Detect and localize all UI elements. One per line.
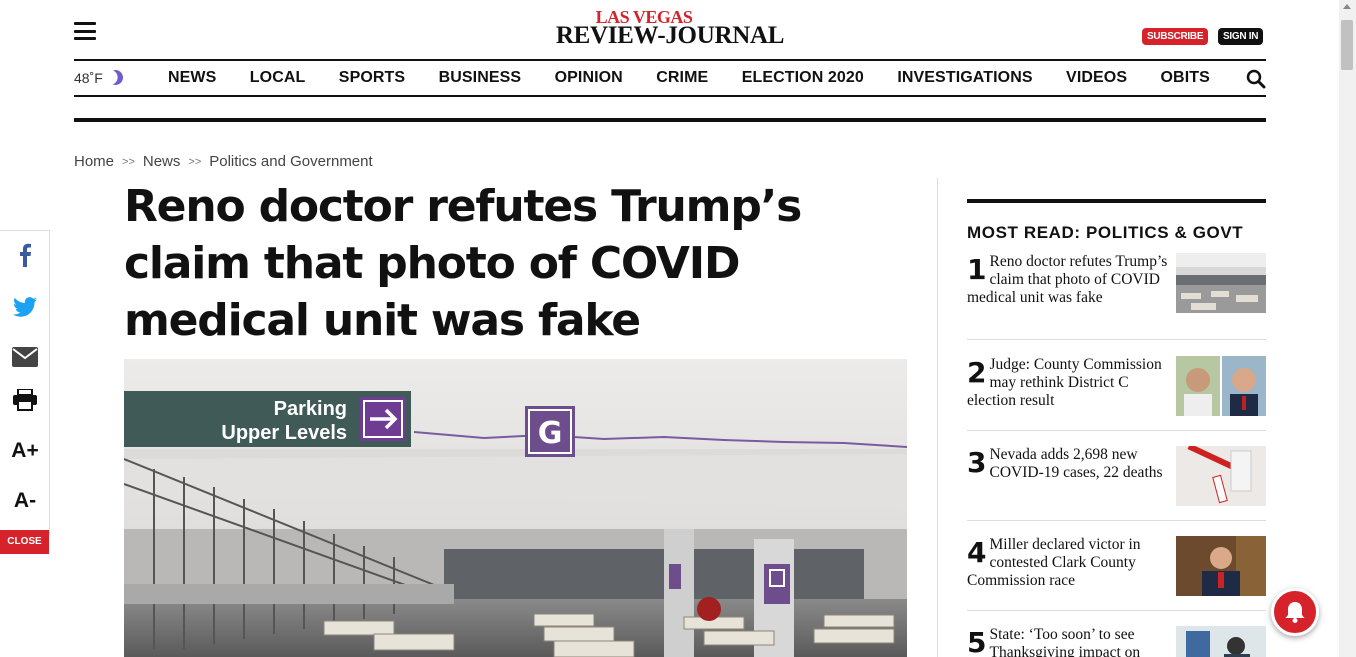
- item-thumbnail[interactable]: [1176, 446, 1266, 506]
- item-thumbnail[interactable]: [1176, 536, 1266, 596]
- weather-temp: 48˚F: [74, 70, 103, 86]
- item-number: 2: [967, 356, 987, 389]
- share-bar: A+ A-: [0, 230, 50, 535]
- sign-upper-levels-text: Upper Levels: [221, 422, 347, 444]
- notification-bell-button[interactable]: [1271, 588, 1319, 636]
- nav-item-election-2020[interactable]: ELECTION 2020: [742, 69, 864, 87]
- search-icon[interactable]: [1246, 69, 1266, 89]
- nav-item-local[interactable]: LOCAL: [250, 69, 306, 87]
- breadcrumb: Home >> News >> Politics and Government: [74, 153, 373, 170]
- scroll-up-arrow-icon[interactable]: [1343, 4, 1351, 9]
- item-title[interactable]: Reno doctor refutes Trump’s claim that p…: [967, 253, 1173, 307]
- subscribe-button[interactable]: SUBSCRIBE: [1142, 28, 1209, 45]
- nav-item-sports[interactable]: SPORTS: [339, 69, 405, 87]
- item-number: 3: [967, 446, 987, 479]
- most-read-item[interactable]: 1 Reno doctor refutes Trump’s claim that…: [967, 253, 1266, 340]
- weather-widget[interactable]: 48˚F: [74, 70, 168, 86]
- item-thumbnail[interactable]: [1176, 626, 1266, 657]
- most-read-item[interactable]: 5 State: ‘Too soon’ to see Thanksgiving …: [967, 626, 1266, 657]
- nav-item-videos[interactable]: VIDEOS: [1066, 69, 1127, 87]
- font-decrease-button[interactable]: A-: [0, 489, 50, 513]
- most-read-item[interactable]: 4 Miller declared victor in contested Cl…: [967, 536, 1266, 611]
- column-divider: [937, 178, 938, 657]
- item-number: 5: [967, 626, 987, 657]
- nav-item-obits[interactable]: OBITS: [1161, 69, 1210, 87]
- print-icon[interactable]: [0, 388, 50, 416]
- nav-item-business[interactable]: BUSINESS: [439, 69, 522, 87]
- most-read-item[interactable]: 2 Judge: County Commission may rethink D…: [967, 356, 1266, 431]
- photo-illustration: Parking Upper Levels G: [124, 359, 907, 657]
- item-number: 1: [967, 253, 987, 286]
- item-number: 4: [967, 536, 987, 569]
- breadcrumb-politics[interactable]: Politics and Government: [209, 153, 372, 170]
- twitter-icon[interactable]: [0, 297, 50, 322]
- header-divider: [74, 118, 1266, 122]
- breadcrumb-news[interactable]: News: [143, 153, 181, 170]
- article-headline: Reno doctor refutes Trump’s claim that p…: [124, 181, 802, 346]
- menu-hamburger-icon[interactable]: [74, 22, 96, 40]
- most-read-title: MOST READ: POLITICS & GOVT: [967, 223, 1244, 242]
- page-scrollbar[interactable]: [1339, 0, 1356, 657]
- breadcrumb-separator: >>: [122, 155, 135, 168]
- site-logo[interactable]: LAS VEGAS REVIEW-JOURNAL: [540, 8, 800, 48]
- sidebar-divider: [967, 199, 1266, 203]
- article-photo[interactable]: Parking Upper Levels G: [124, 359, 907, 657]
- share-close-button[interactable]: CLOSE: [0, 530, 49, 554]
- main-nav: 48˚F NEWS LOCAL SPORTS BUSINESS OPINION …: [74, 59, 1266, 97]
- item-title[interactable]: Judge: County Commission may rethink Dis…: [967, 356, 1173, 410]
- breadcrumb-separator: >>: [188, 155, 202, 168]
- item-thumbnail[interactable]: [1176, 356, 1266, 416]
- sign-in-button[interactable]: SIGN IN: [1218, 28, 1264, 45]
- item-title[interactable]: Miller declared victor in contested Clar…: [967, 536, 1173, 590]
- sign-level-text: G: [538, 416, 563, 451]
- facebook-icon[interactable]: [0, 243, 50, 272]
- nav-item-news[interactable]: NEWS: [168, 69, 216, 87]
- breadcrumb-home[interactable]: Home: [74, 153, 114, 170]
- email-icon[interactable]: [0, 347, 50, 372]
- sign-parking-text: Parking: [274, 398, 347, 420]
- nav-item-crime[interactable]: CRIME: [656, 69, 708, 87]
- item-title[interactable]: Nevada adds 2,698 new COVID-19 cases, 22…: [967, 446, 1173, 482]
- bell-icon: [1285, 602, 1305, 623]
- nav-item-investigations[interactable]: INVESTIGATIONS: [897, 69, 1032, 87]
- nav-item-opinion[interactable]: OPINION: [555, 69, 623, 87]
- item-thumbnail[interactable]: [1176, 253, 1266, 313]
- scrollbar-thumb[interactable]: [1341, 20, 1353, 70]
- item-title[interactable]: State: ‘Too soon’ to see Thanksgiving im…: [967, 626, 1173, 657]
- font-increase-button[interactable]: A+: [0, 439, 50, 463]
- logo-line-2: REVIEW-JOURNAL: [555, 22, 785, 49]
- most-read-item[interactable]: 3 Nevada adds 2,698 new COVID-19 cases, …: [967, 446, 1266, 521]
- moon-icon: [106, 67, 125, 86]
